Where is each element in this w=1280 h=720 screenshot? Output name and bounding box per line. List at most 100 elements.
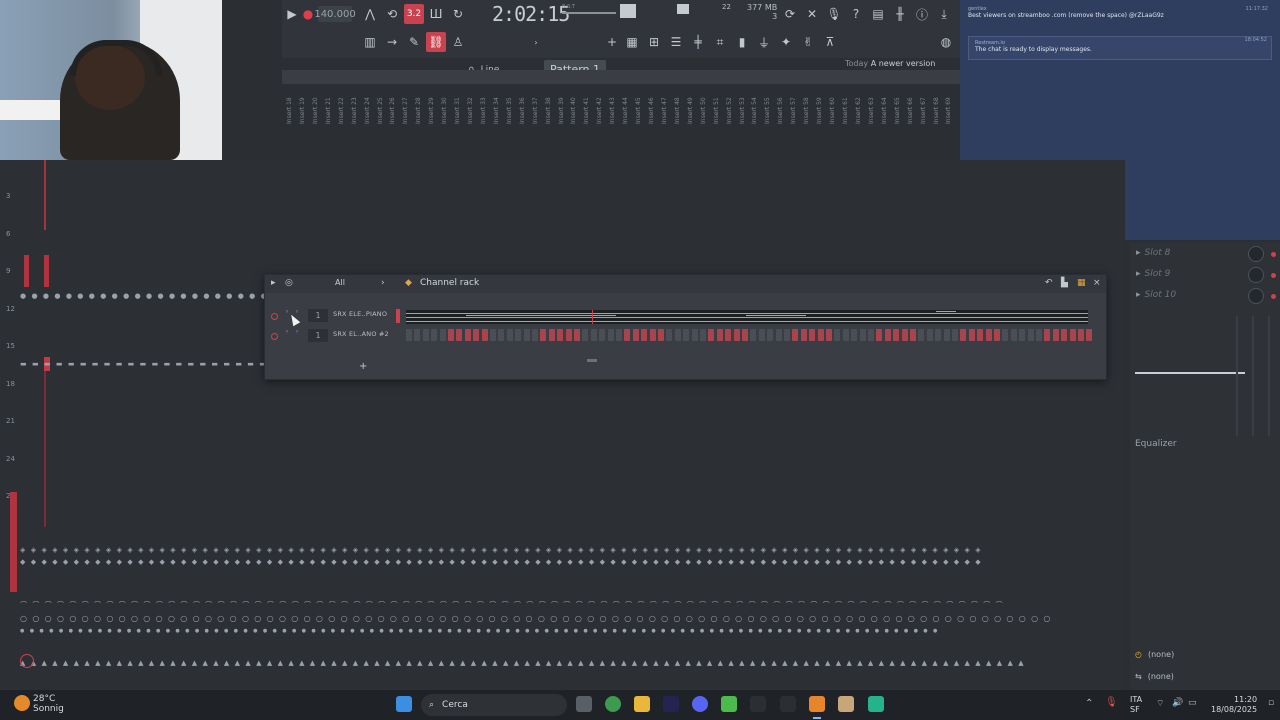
add-channel-button[interactable]: + [359, 361, 367, 372]
arrow-icon[interactable]: → [382, 32, 402, 52]
fl-studio-icon[interactable] [809, 696, 825, 712]
step-button[interactable] [968, 329, 975, 341]
live-app-icon[interactable] [750, 696, 766, 712]
step-button[interactable] [926, 329, 933, 341]
step-button[interactable] [985, 329, 992, 341]
help-icon[interactable]: ? [846, 4, 866, 24]
step-button[interactable] [859, 329, 866, 341]
channel-name[interactable]: SRX ELE..PIANO [333, 310, 393, 318]
step-button[interactable] [649, 329, 656, 341]
brush-icon[interactable]: ✦ [776, 32, 796, 52]
step-button[interactable] [574, 329, 580, 341]
chevron-right-icon[interactable]: › [526, 32, 546, 52]
step-button[interactable] [616, 329, 622, 341]
pan-knob-icon[interactable]: ◦ [285, 328, 289, 336]
step-button[interactable] [716, 329, 723, 341]
output-select[interactable]: ◴ (none) [1135, 650, 1174, 659]
slot-enable-led[interactable] [1271, 273, 1276, 278]
channel-rack-icon[interactable]: ⊞ [644, 32, 664, 52]
media-player-icon[interactable] [838, 696, 854, 712]
step-button[interactable] [473, 329, 480, 341]
slot-mix-knob[interactable] [1248, 288, 1264, 304]
channel-row[interactable]: ◦ ◦ 1 SRX ELE..PIANO [265, 307, 1106, 325]
master-pitch-knob[interactable] [620, 4, 636, 18]
mixer-view-icon[interactable]: ╪ [688, 32, 708, 52]
pencil-icon[interactable]: ✎ [404, 32, 424, 52]
step-button[interactable] [767, 329, 774, 341]
arrow-row[interactable]: ▲▲▲▲▲▲▲▲▲▲▲▲▲▲▲▲▲▲▲▲▲▲▲▲▲▲▲▲▲▲▲▲▲▲▲▲▲▲▲▲… [20, 659, 1120, 667]
step-button[interactable] [590, 329, 597, 341]
countdown-icon[interactable]: 3.2 [404, 4, 424, 24]
fx-slot-8[interactable]: ▸ Slot 8 [1136, 248, 1170, 258]
fx-slot-9[interactable]: ▸ Slot 9 [1136, 269, 1170, 279]
wifi-icon[interactable]: ⌔ [1156, 698, 1164, 709]
undo-icon[interactable]: ↶ [1045, 278, 1053, 288]
pan-row[interactable]: ◈◈◈◈◈◈◈◈◈◈◈◈◈◈◈◈◈◈◈◈◈◈◈◈◈◈◈◈◈◈◈◈◈◈◈◈◈◈◈◈… [20, 546, 1120, 554]
step-button[interactable] [842, 329, 849, 341]
step-button[interactable] [725, 329, 732, 341]
step-button[interactable] [666, 329, 673, 341]
step-button[interactable] [994, 329, 1000, 341]
master-route-knob[interactable] [20, 654, 34, 668]
step-button[interactable] [565, 329, 572, 341]
step-button[interactable] [1036, 329, 1042, 341]
step-button[interactable] [431, 329, 438, 341]
step-button[interactable] [952, 329, 958, 341]
channel-select-indicator[interactable] [396, 309, 400, 323]
taskbar-search[interactable]: ⌕ Cerca [421, 694, 567, 716]
info-icon[interactable]: ⓘ [912, 4, 932, 24]
clipboard-icon[interactable]: ▮ [732, 32, 752, 52]
step-button[interactable] [742, 329, 748, 341]
microphone-icon[interactable]: 🎙 [1105, 697, 1118, 708]
step-button[interactable] [674, 329, 681, 341]
step-button[interactable] [901, 329, 908, 341]
step-button[interactable] [960, 329, 967, 341]
step-button[interactable] [464, 329, 471, 341]
piano-roll-preview[interactable] [406, 310, 1088, 324]
step-button[interactable] [540, 329, 547, 341]
microphone-icon[interactable]: 🎙 [824, 4, 844, 24]
menu-arrow-icon[interactable]: ▸ [271, 278, 276, 288]
step-sequencer[interactable] [406, 327, 1093, 345]
tools-icon[interactable]: ✕ [802, 4, 822, 24]
slot-mix-knob[interactable] [1248, 246, 1264, 262]
chevron-up-icon[interactable]: ⌃ [1085, 698, 1093, 709]
cart-icon[interactable]: ⊼ [820, 32, 840, 52]
metronome-icon[interactable]: ⋀ [360, 4, 380, 24]
channel-row[interactable]: ◦ ◦ 1 SRX EL..ANO #2 [265, 327, 1106, 345]
step-button[interactable] [800, 329, 807, 341]
volume-knob-icon[interactable]: ◦ [295, 328, 299, 336]
step-button[interactable] [977, 329, 984, 341]
weather-widget[interactable]: 28°C Sonnig [33, 694, 64, 714]
step-button[interactable] [641, 329, 648, 341]
step-button[interactable] [733, 329, 740, 341]
step-button[interactable] [893, 329, 900, 341]
step-button[interactable] [422, 329, 429, 341]
step-button[interactable] [918, 329, 925, 341]
slot-enable-led[interactable] [1271, 252, 1276, 257]
swing-knob-icon[interactable]: ◎ [285, 278, 293, 288]
step-button[interactable] [817, 329, 824, 341]
step-button[interactable] [624, 329, 631, 341]
streaming-app-icon[interactable] [868, 696, 884, 712]
add-pattern-icon[interactable]: + [602, 32, 622, 52]
step-button[interactable] [1078, 329, 1084, 341]
fx-slot-10[interactable]: ▸ Slot 10 [1136, 290, 1176, 300]
channel-filter[interactable]: All [335, 278, 345, 287]
step-button[interactable] [532, 329, 538, 341]
slot-enable-led[interactable] [1271, 294, 1276, 299]
download-icon[interactable]: ⤓ [934, 4, 954, 24]
windows-start-icon[interactable] [396, 696, 412, 712]
step-button[interactable] [490, 329, 496, 341]
id-app-icon[interactable] [780, 696, 796, 712]
step-button[interactable] [691, 329, 698, 341]
step-button[interactable] [599, 329, 606, 341]
browser-icon[interactable]: ☰ [666, 32, 686, 52]
plugin-icon[interactable]: ⌗ [710, 32, 730, 52]
step-button[interactable] [792, 329, 799, 341]
plug-icon[interactable]: ⏚ [754, 32, 774, 52]
step-button[interactable] [700, 329, 706, 341]
battery-icon[interactable]: ▭ [1188, 698, 1197, 708]
step-button[interactable] [910, 329, 916, 341]
step-button[interactable] [750, 329, 757, 341]
